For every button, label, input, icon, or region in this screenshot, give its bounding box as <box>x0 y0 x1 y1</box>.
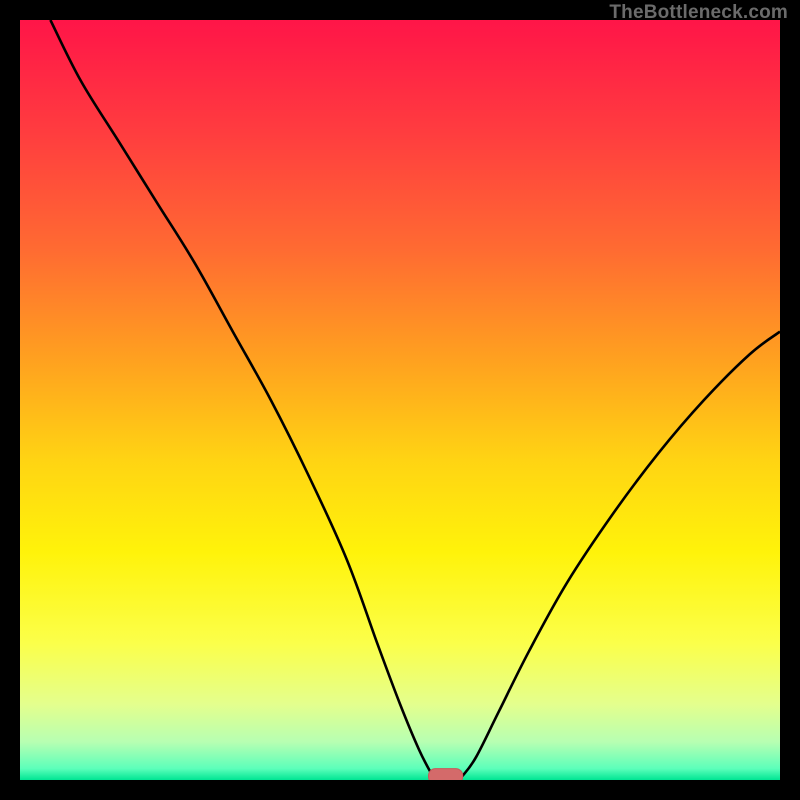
optimal-marker <box>429 769 463 780</box>
gradient-background <box>20 20 780 780</box>
chart-frame: TheBottleneck.com <box>0 0 800 800</box>
bottleneck-chart <box>20 20 780 780</box>
plot-area <box>20 20 780 780</box>
